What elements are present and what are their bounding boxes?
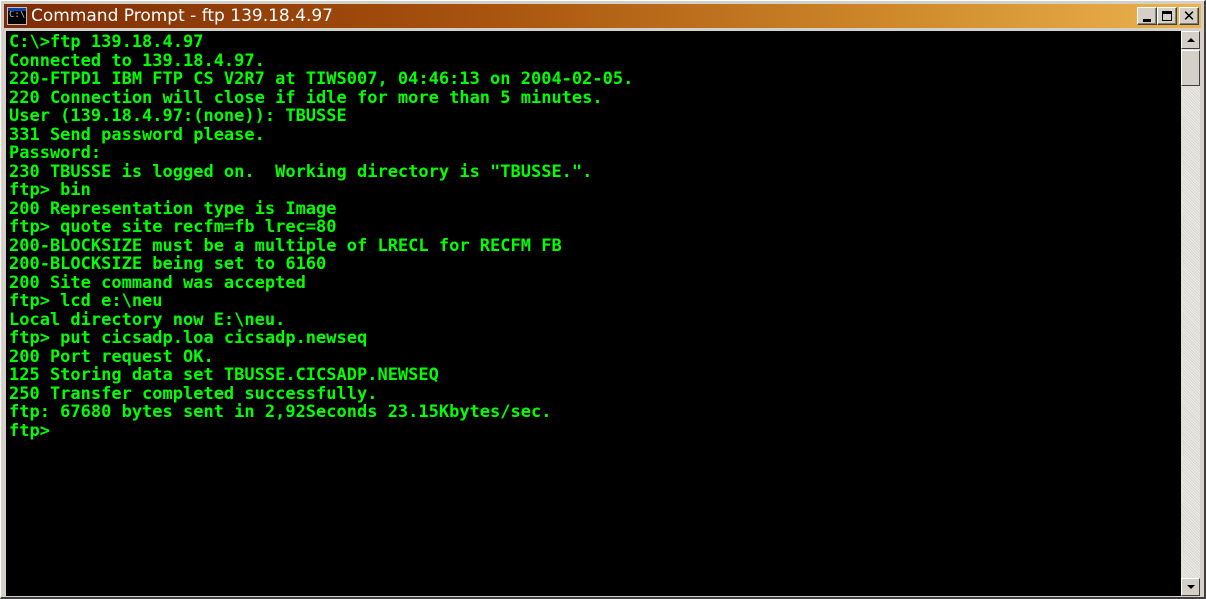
console-output[interactable]: C:\>ftp 139.18.4.97 Connected to 139.18.4… [6, 31, 1181, 596]
vertical-scrollbar[interactable] [1181, 31, 1200, 596]
command-prompt-window: C:\ Command Prompt - ftp 139.18.4.97 ✕ C… [0, 0, 1206, 599]
console-line: C:\>ftp 139.18.4.97 [9, 32, 204, 52]
console-line: 200 Site command was accepted [9, 272, 306, 293]
console-line: ftp> put cicsadp.loa cicsadp.newseq [9, 328, 368, 348]
minimize-icon [1143, 19, 1151, 22]
maximize-button[interactable] [1157, 7, 1177, 25]
maximize-icon [1162, 11, 1172, 21]
console-line: 125 Storing data set TBUSSE.CICSADP.NEWS… [9, 365, 439, 385]
console-line: 200-BLOCKSIZE must be a multiple of LREC… [9, 235, 562, 256]
close-button[interactable]: ✕ [1179, 7, 1199, 25]
console-line: 220 Connection will close if idle for mo… [9, 87, 603, 108]
cmd-icon[interactable]: C:\ [7, 7, 27, 25]
console-line: User (139.18.4.97:(none)): TBUSSE [9, 106, 347, 126]
console-line: 250 Transfer completed successfully. [9, 383, 378, 404]
console-line: ftp> quote site recfm=fb lrec=80 [9, 217, 337, 237]
scroll-up-button[interactable] [1181, 31, 1200, 49]
console-line: ftp> [9, 420, 50, 441]
console-line: ftp> bin [9, 180, 91, 200]
console-line: 230 TBUSSE is logged on. Working directo… [9, 161, 593, 182]
minimize-button[interactable] [1137, 7, 1157, 25]
console-line: ftp: 67680 bytes sent in 2,92Seconds 23.… [9, 402, 552, 422]
console-line: Connected to 139.18.4.97. [9, 50, 265, 71]
console-line: 200 Port request OK. [9, 346, 214, 367]
console-line: 331 Send password please. [9, 124, 265, 145]
console-line: 200 Representation type is Image [9, 198, 337, 219]
console-line: 220-FTPD1 IBM FTP CS V2R7 at TIWS007, 04… [9, 69, 634, 89]
console-lines: C:\>ftp 139.18.4.97 Connected to 139.18.4… [6, 31, 1181, 440]
window-title: Command Prompt - ftp 139.18.4.97 [31, 6, 333, 26]
console-line: Password: [9, 143, 102, 163]
scroll-thumb[interactable] [1181, 50, 1200, 86]
console-line: 200-BLOCKSIZE being set to 6160 [9, 254, 327, 274]
title-bar[interactable]: C:\ Command Prompt - ftp 139.18.4.97 ✕ [4, 4, 1201, 28]
console-line: ftp> lcd e:\neu [9, 291, 163, 311]
cmd-icon-label: C:\ [9, 10, 26, 20]
arrow-down-icon [1187, 585, 1195, 589]
arrow-up-icon [1187, 38, 1195, 42]
console-line: Local directory now E:\neu. [9, 309, 286, 330]
window-controls: ✕ [1137, 7, 1199, 25]
scroll-down-button[interactable] [1181, 578, 1200, 596]
close-icon: ✕ [1182, 7, 1196, 25]
